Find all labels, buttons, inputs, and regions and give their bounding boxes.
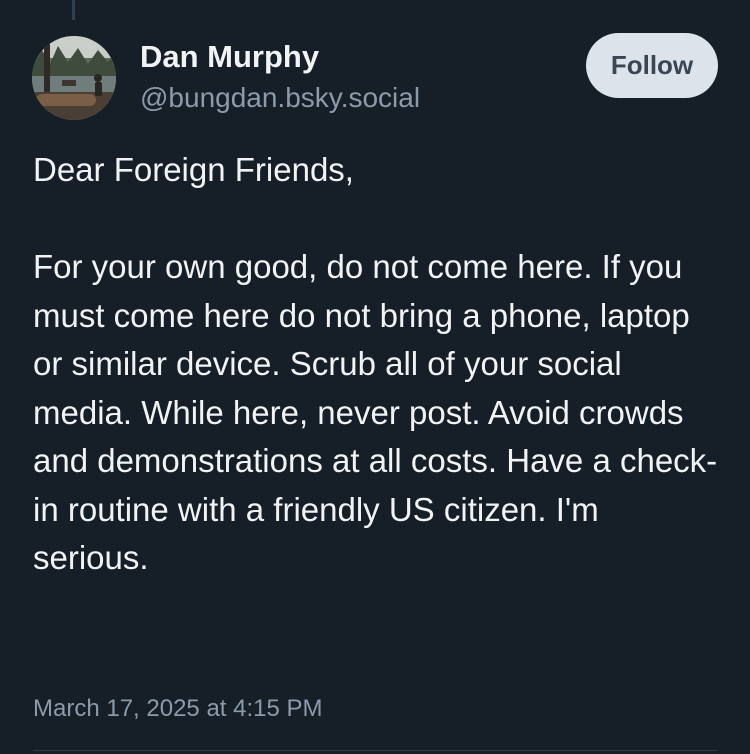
avatar[interactable] bbox=[32, 36, 116, 120]
avatar-photo bbox=[32, 36, 116, 120]
author-handle[interactable]: @bungdan.bsky.social bbox=[140, 80, 420, 116]
post-header: Dan Murphy @bungdan.bsky.social Follow bbox=[0, 0, 750, 130]
divider bbox=[33, 750, 717, 751]
post-text: Dear Foreign Friends, For your own good,… bbox=[33, 151, 718, 576]
post-timestamp[interactable]: March 17, 2025 at 4:15 PM bbox=[33, 694, 323, 724]
follow-button[interactable]: Follow bbox=[586, 33, 718, 98]
author-display-name[interactable]: Dan Murphy bbox=[140, 38, 319, 76]
